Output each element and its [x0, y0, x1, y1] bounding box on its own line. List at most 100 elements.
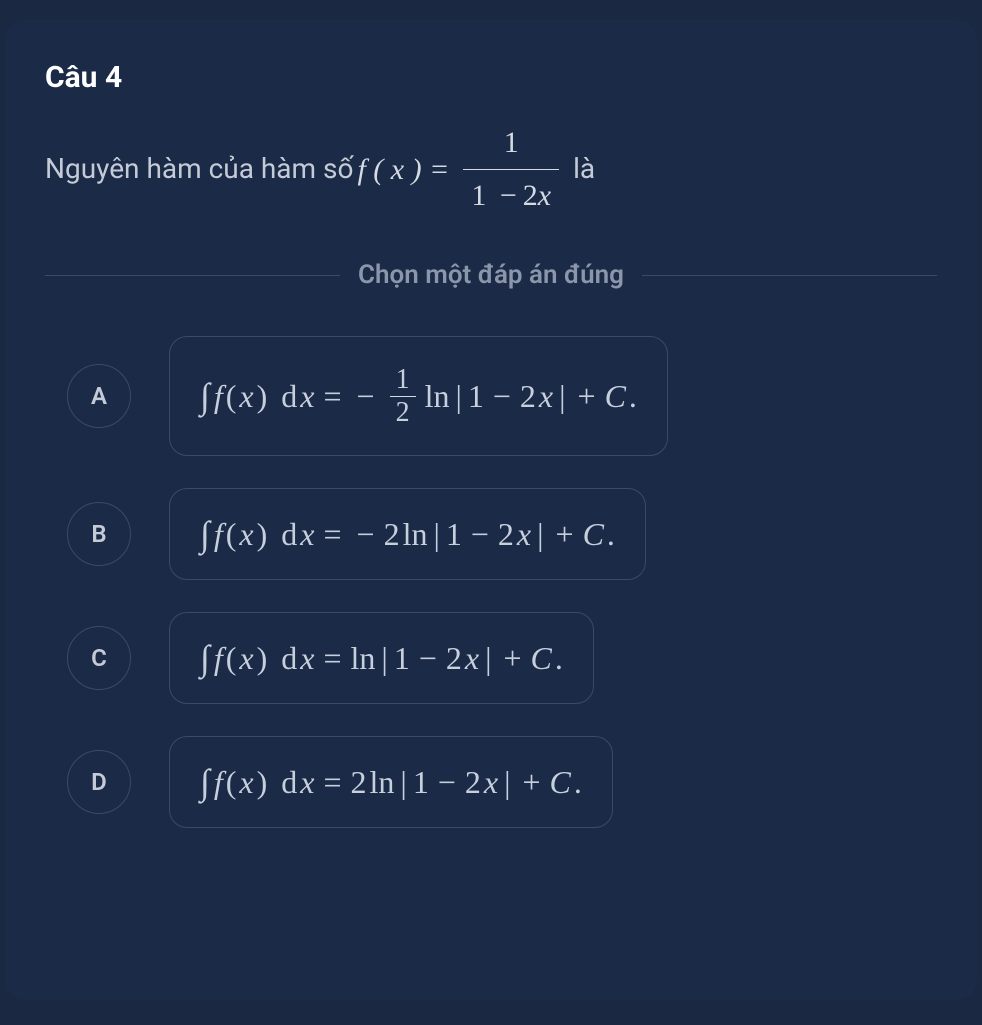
abs-l: | — [433, 516, 439, 553]
sym-d: d — [281, 378, 297, 415]
sym-f: f — [214, 516, 223, 553]
sym-2: 2 — [465, 764, 481, 801]
sym-minus: − — [419, 640, 437, 677]
sym-plus: + — [556, 516, 574, 553]
option-c[interactable]: C ∫ f ( x ) d x = ln | 1 − 2x | — [67, 612, 937, 704]
function-lhs: f ( x ) = — [357, 146, 449, 194]
options-list: A ∫ f ( x ) d x = − 1 2 ln — [45, 336, 937, 828]
sym-x: x — [239, 516, 253, 553]
den-1: 1 — [471, 179, 486, 212]
sym-d: d — [281, 764, 297, 801]
option-letter-c: C — [67, 626, 131, 690]
paren-l: ( — [226, 516, 237, 553]
sym-ln: ln — [403, 516, 428, 553]
option-math-a: ∫ f ( x ) d x = − 1 2 ln | 1 — [200, 364, 637, 429]
sym-1: 1 — [468, 378, 484, 415]
paren-r: ) — [257, 640, 268, 677]
abs-r: | — [559, 378, 565, 415]
question-prompt: Nguyên hàm của hàm số f ( x ) = 1 1 −2x … — [45, 119, 937, 220]
integral-icon: ∫ — [200, 761, 210, 803]
half-fraction: 1 2 — [390, 364, 416, 429]
sym-x2: x — [300, 764, 314, 801]
paren-r: ) — [257, 764, 268, 801]
sym-eq: = — [323, 764, 341, 801]
divider-left — [45, 275, 340, 276]
sym-x3: x — [484, 764, 498, 801]
option-math-d: ∫ f ( x ) d x = 2ln | 1 − 2x | + C. — [200, 761, 582, 803]
frac-den: 2 — [390, 396, 416, 429]
sym-d: d — [281, 516, 297, 553]
sym-2: 2 — [520, 378, 536, 415]
option-content-a: ∫ f ( x ) d x = − 1 2 ln | 1 — [169, 336, 668, 456]
option-d[interactable]: D ∫ f ( x ) d x = 2ln | 1 − 2x | — [67, 736, 937, 828]
option-content-b: ∫ f ( x ) d x = − 2ln | 1 − 2x | + — [169, 488, 646, 580]
sym-x: x — [239, 640, 253, 677]
sym-neg: − — [357, 378, 375, 415]
sym-eq: = — [323, 516, 341, 553]
sym-x2: x — [300, 378, 314, 415]
frac-num: 1 — [390, 364, 416, 396]
option-math-c: ∫ f ( x ) d x = ln | 1 − 2x | + C. — [200, 637, 563, 679]
function-expression: f ( x ) = 1 1 −2x — [357, 119, 565, 220]
sym-coef2: 2 — [384, 516, 400, 553]
abs-l: | — [455, 378, 461, 415]
den-minus: − — [500, 179, 517, 212]
den-2: 2 — [523, 179, 538, 212]
sym-C: C — [531, 640, 552, 677]
sym-d: d — [281, 640, 297, 677]
option-math-b: ∫ f ( x ) d x = − 2ln | 1 − 2x | + — [200, 513, 615, 555]
option-b[interactable]: B ∫ f ( x ) d x = − 2ln | 1 − 2x — [67, 488, 937, 580]
integral-icon: ∫ — [200, 637, 210, 679]
sym-period: . — [574, 764, 582, 801]
sym-period: . — [629, 378, 637, 415]
sym-x2: x — [300, 516, 314, 553]
sym-neg: − — [357, 516, 375, 553]
option-letter-b: B — [67, 502, 131, 566]
prompt-prefix: Nguyên hàm của hàm số — [45, 147, 353, 192]
sym-minus: − — [471, 516, 489, 553]
question-title: Câu 4 — [45, 60, 937, 95]
paren-r: ) — [257, 378, 268, 415]
sym-2: 2 — [498, 516, 514, 553]
sym-minus: − — [438, 764, 456, 801]
sym-period: . — [607, 516, 615, 553]
sym-minus: − — [493, 378, 511, 415]
sym-2: 2 — [446, 640, 462, 677]
instruction-text: Chọn một đáp án đúng — [358, 260, 624, 290]
sym-C: C — [550, 764, 571, 801]
sym-f: f — [214, 640, 223, 677]
sym-x2: x — [300, 640, 314, 677]
option-content-d: ∫ f ( x ) d x = 2ln | 1 − 2x | + C. — [169, 736, 613, 828]
sym-ln: ln — [425, 378, 450, 415]
option-letter-d: D — [67, 750, 131, 814]
option-content-c: ∫ f ( x ) d x = ln | 1 − 2x | + C. — [169, 612, 594, 704]
sym-eq: = — [323, 378, 341, 415]
sym-plus: + — [578, 378, 596, 415]
sym-f: f — [214, 764, 223, 801]
question-fraction: 1 1 −2x — [463, 119, 559, 220]
sym-1: 1 — [446, 516, 462, 553]
abs-l: | — [400, 764, 406, 801]
question-card: Câu 4 Nguyên hàm của hàm số f ( x ) = 1 … — [5, 20, 977, 1000]
abs-l: | — [381, 640, 387, 677]
sym-x3: x — [517, 516, 531, 553]
paren-l: ( — [226, 378, 237, 415]
sym-x: x — [239, 378, 253, 415]
sym-x3: x — [465, 640, 479, 677]
divider-right — [642, 275, 937, 276]
den-x: x — [538, 179, 551, 212]
sym-plus: + — [503, 640, 521, 677]
abs-r: | — [485, 640, 491, 677]
paren-r: ) — [257, 516, 268, 553]
sym-C: C — [605, 378, 626, 415]
instruction-row: Chọn một đáp án đúng — [45, 260, 937, 290]
sym-period: . — [555, 640, 563, 677]
sym-eq: = — [323, 640, 341, 677]
sym-C: C — [583, 516, 604, 553]
abs-r: | — [537, 516, 543, 553]
sym-ln: ln — [351, 640, 376, 677]
paren-l: ( — [226, 640, 237, 677]
sym-plus: + — [522, 764, 540, 801]
sym-1: 1 — [394, 640, 410, 677]
option-a[interactable]: A ∫ f ( x ) d x = − 1 2 ln — [67, 336, 937, 456]
